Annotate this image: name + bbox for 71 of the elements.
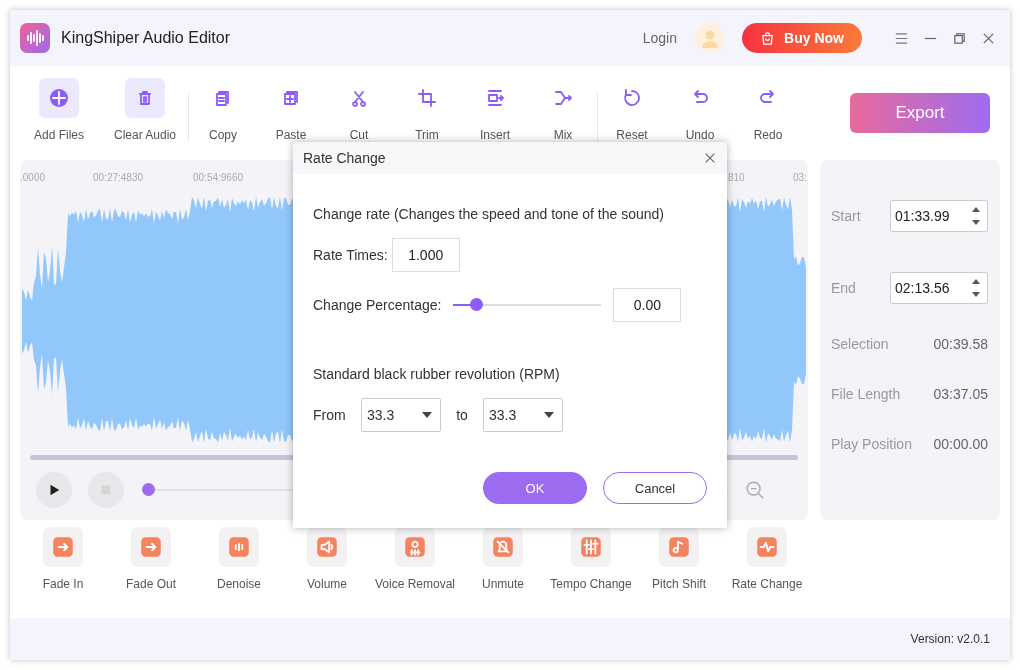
rate-times-field[interactable]: 1.000 bbox=[391, 238, 460, 272]
effect-icon bbox=[402, 534, 428, 560]
window-title: KingShiper Audio Editor bbox=[61, 29, 230, 47]
effect-button[interactable]: Fade In bbox=[19, 527, 107, 591]
effect-icon bbox=[666, 534, 692, 560]
effect-icon bbox=[314, 534, 340, 560]
effect-button[interactable]: Volume bbox=[283, 527, 371, 591]
toolbar-button[interactable]: Clear Audio bbox=[102, 78, 188, 142]
caret-icon bbox=[422, 412, 432, 418]
end-label: End bbox=[831, 280, 856, 296]
toolbar-icon bbox=[415, 86, 439, 110]
toolbar-button[interactable]: Add Files bbox=[16, 78, 102, 142]
effect-button[interactable]: Fade Out bbox=[107, 527, 195, 591]
dialog-title: Rate Change bbox=[303, 150, 386, 166]
rpm-heading: Standard black rubber revolution (RPM) bbox=[313, 366, 561, 382]
percentage-slider-thumb[interactable] bbox=[469, 298, 483, 311]
to-dropdown[interactable]: 33.3 bbox=[483, 398, 563, 432]
time-label: 03: bbox=[793, 172, 807, 183]
effect-button[interactable]: Voice Removal bbox=[371, 527, 459, 591]
time-label: 00:27:4830 bbox=[93, 172, 144, 183]
start-time-field[interactable]: 01:33.99 bbox=[890, 200, 988, 232]
position-slider-thumb[interactable] bbox=[142, 483, 155, 497]
effect-icon bbox=[754, 534, 780, 560]
effect-button[interactable]: Denoise bbox=[195, 527, 283, 591]
toolbar-icon bbox=[47, 86, 71, 110]
toolbar-button[interactable]: Reset bbox=[598, 78, 666, 142]
caret-icon bbox=[544, 412, 554, 418]
effect-button[interactable]: Pitch Shift bbox=[635, 527, 723, 591]
toolbar-button[interactable]: Undo bbox=[666, 78, 734, 142]
toolbar-button[interactable]: Trim bbox=[393, 78, 461, 142]
play-button[interactable] bbox=[36, 472, 72, 509]
toolbar-button[interactable]: Mix bbox=[529, 78, 597, 142]
start-label: Start bbox=[831, 208, 861, 224]
info-value: 03:37.05 bbox=[933, 386, 988, 404]
effect-icon bbox=[578, 534, 604, 560]
rate-times-label: Rate Times: bbox=[313, 247, 388, 263]
menu-icon[interactable] bbox=[894, 30, 909, 46]
to-label: to bbox=[455, 407, 469, 423]
info-label: Selection bbox=[831, 336, 889, 354]
info-label: File Length bbox=[831, 386, 901, 404]
toolbar-button[interactable]: Insert bbox=[461, 78, 529, 142]
app-logo-icon bbox=[20, 23, 50, 53]
time-label: 810 bbox=[728, 172, 745, 183]
info-label: Play Position bbox=[831, 436, 912, 454]
login-link[interactable]: Login bbox=[642, 30, 677, 46]
effect-icon bbox=[226, 534, 252, 560]
toolbar-button[interactable]: Cut bbox=[325, 78, 393, 142]
shopping-bag-icon bbox=[760, 30, 776, 46]
toolbar-button[interactable]: Copy bbox=[189, 78, 257, 142]
from-label: From bbox=[313, 407, 347, 423]
ok-button[interactable]: OK bbox=[483, 472, 587, 504]
effect-icon bbox=[138, 534, 164, 560]
change-percentage-label: Change Percentage: bbox=[313, 297, 442, 313]
effect-icon bbox=[50, 534, 76, 560]
info-value: 00:39.58 bbox=[933, 336, 988, 354]
effect-button[interactable]: Unmute bbox=[459, 527, 547, 591]
effect-button[interactable]: Tempo Change bbox=[547, 527, 635, 591]
restore-icon[interactable] bbox=[952, 30, 967, 46]
version-text: Version: v2.0.1 bbox=[910, 632, 990, 646]
time-label: .0000 bbox=[20, 172, 46, 183]
toolbar-button[interactable]: Redo bbox=[734, 78, 802, 142]
effect-button[interactable]: Rate Change bbox=[723, 527, 811, 591]
time-label: 00:54:9660 bbox=[193, 172, 244, 183]
info-value: 00:00.00 bbox=[933, 436, 988, 454]
percentage-field[interactable]: 0.00 bbox=[613, 288, 682, 322]
dialog-description: Change rate (Changes the speed and tone of the sound) bbox=[313, 206, 666, 222]
end-time-field[interactable]: 02:13.56 bbox=[890, 272, 988, 304]
close-icon[interactable] bbox=[703, 151, 717, 165]
effect-icon bbox=[490, 534, 516, 560]
from-dropdown[interactable]: 33.3 bbox=[361, 398, 441, 432]
toolbar-button[interactable]: Paste bbox=[257, 78, 325, 142]
